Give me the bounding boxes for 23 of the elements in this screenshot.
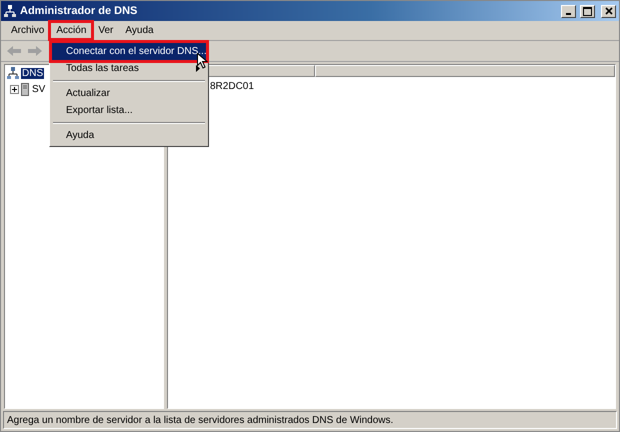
menu-item[interactable]: Ayuda bbox=[119, 22, 160, 39]
menu-item[interactable]: Ver bbox=[92, 22, 120, 39]
column-header[interactable] bbox=[315, 65, 615, 77]
close-button[interactable] bbox=[601, 4, 616, 18]
close-icon bbox=[604, 7, 612, 15]
window-title: Administrador de DNS bbox=[20, 5, 138, 17]
submenu-arrow-icon bbox=[196, 65, 200, 72]
server-icon bbox=[21, 82, 29, 96]
menu-item[interactable]: Conectar con el servidor DNS... bbox=[52, 43, 206, 60]
menu-item[interactable]: Archivo bbox=[5, 22, 50, 39]
maximize-button[interactable] bbox=[580, 4, 595, 18]
tree-item[interactable]: DNS bbox=[21, 68, 44, 78]
menu-item[interactable]: Actualizar bbox=[52, 85, 206, 102]
tree-item[interactable]: SV bbox=[31, 84, 46, 94]
menu-item[interactable]: Ayuda bbox=[52, 127, 206, 144]
expand-icon[interactable] bbox=[10, 84, 19, 94]
network-icon bbox=[7, 67, 19, 79]
minimize-button[interactable] bbox=[561, 4, 576, 18]
maximize-icon bbox=[583, 6, 592, 16]
status-bar: Agrega un nombre de servidor a la lista de servidores administrados DNS de Windows. bbox=[3, 411, 617, 429]
menu-item[interactable]: Exportar lista... bbox=[52, 102, 206, 119]
menu-item[interactable]: Acción bbox=[50, 22, 92, 39]
network-icon bbox=[4, 5, 16, 17]
